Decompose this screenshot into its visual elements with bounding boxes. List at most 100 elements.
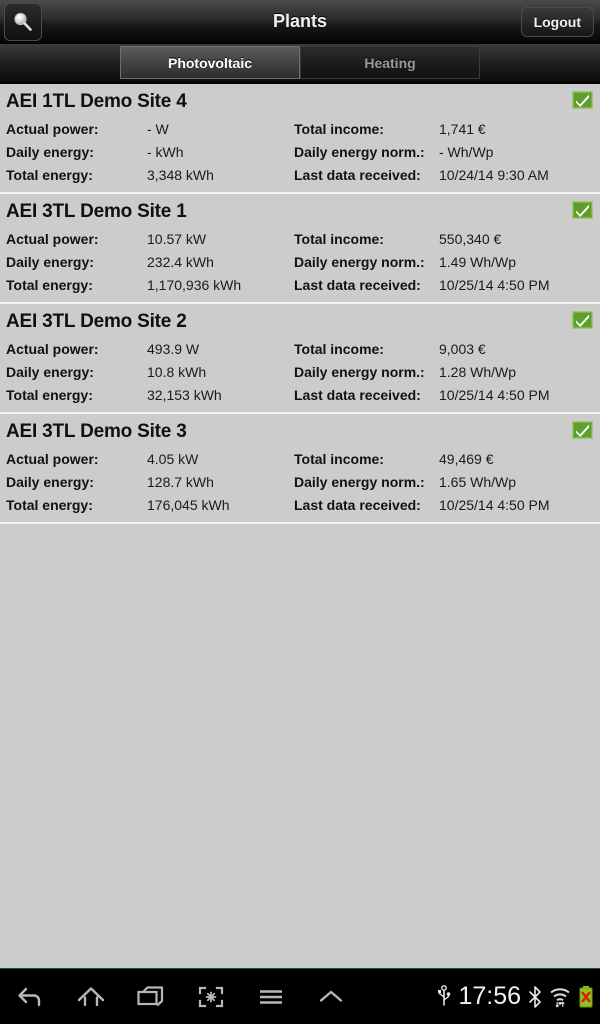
label-total-income: Total income: — [294, 230, 384, 247]
usb-icon — [437, 984, 451, 1009]
plant-list[interactable]: AEI 1TL Demo Site 4 Actual power: - W To… — [0, 84, 600, 968]
label-daily-energy-norm: Daily energy norm.: — [294, 473, 425, 490]
label-last-data-received: Last data received: — [294, 276, 421, 293]
value-total-income: 550,340 € — [439, 230, 502, 247]
value-daily-energy-norm: 1.28 Wh/Wp — [439, 363, 517, 380]
battery-error-icon — [578, 985, 594, 1009]
label-daily-energy-norm: Daily energy norm.: — [294, 363, 425, 380]
value-actual-power: 10.57 kW — [147, 230, 207, 247]
label-actual-power: Actual power: — [6, 230, 99, 247]
plant-name: AEI 3TL Demo Site 3 — [6, 421, 187, 442]
plant-name: AEI 1TL Demo Site 4 — [6, 91, 187, 112]
tab-bar: Photovoltaic Heating — [0, 44, 600, 84]
value-actual-power: 493.9 W — [147, 340, 200, 357]
field-row: Daily energy: 128.7 kWh Daily energy nor… — [0, 470, 600, 493]
label-last-data-received: Last data received: — [294, 166, 421, 183]
value-daily-energy: 128.7 kWh — [147, 473, 214, 490]
value-daily-energy: 10.8 kWh — [147, 363, 207, 380]
value-total-income: 1,741 € — [439, 120, 486, 137]
plant-name: AEI 3TL Demo Site 2 — [6, 311, 187, 332]
value-actual-power: - W — [147, 120, 169, 137]
menu-button[interactable] — [250, 976, 292, 1018]
value-last-data-received: 10/25/14 4:50 PM — [439, 496, 550, 513]
list-item[interactable]: AEI 3TL Demo Site 1 Actual power: 10.57 … — [0, 194, 600, 304]
app-root: Plants Logout Photovoltaic Heating AEI 1… — [0, 0, 600, 1024]
home-button[interactable] — [70, 976, 112, 1018]
plant-fields: Actual power: 493.9 W Total income: 9,00… — [0, 337, 600, 406]
list-item[interactable]: AEI 1TL Demo Site 4 Actual power: - W To… — [0, 84, 600, 194]
value-total-energy: 176,045 kWh — [147, 496, 230, 513]
search-button[interactable] — [4, 2, 42, 41]
value-daily-energy-norm: - Wh/Wp — [439, 143, 494, 160]
nav-icon-group — [0, 976, 352, 1018]
status-badge — [572, 311, 593, 329]
label-daily-energy: Daily energy: — [6, 473, 94, 490]
label-total-energy: Total energy: — [6, 276, 93, 293]
screenshot-button[interactable] — [190, 976, 232, 1018]
value-last-data-received: 10/24/14 9:30 AM — [439, 166, 549, 183]
hide-navbar-button[interactable] — [310, 976, 352, 1018]
recents-icon — [136, 984, 166, 1010]
plant-fields: Actual power: 10.57 kW Total income: 550… — [0, 227, 600, 296]
field-row: Daily energy: - kWh Daily energy norm.: … — [0, 140, 600, 163]
label-total-energy: Total energy: — [6, 496, 93, 513]
menu-icon — [256, 984, 286, 1010]
plant-fields: Actual power: - W Total income: 1,741 € … — [0, 117, 600, 186]
field-row: Actual power: 4.05 kW Total income: 49,4… — [0, 447, 600, 470]
tab-heating[interactable]: Heating — [300, 46, 480, 79]
label-daily-energy: Daily energy: — [6, 253, 94, 270]
status-badge — [572, 91, 593, 109]
bluetooth-icon — [528, 985, 542, 1009]
list-item[interactable]: AEI 3TL Demo Site 2 Actual power: 493.9 … — [0, 304, 600, 414]
label-daily-energy: Daily energy: — [6, 363, 94, 380]
value-last-data-received: 10/25/14 4:50 PM — [439, 276, 550, 293]
field-row: Actual power: - W Total income: 1,741 € — [0, 117, 600, 140]
value-daily-energy-norm: 1.49 Wh/Wp — [439, 253, 517, 270]
tab-bar-spacer-right — [480, 46, 600, 79]
field-row: Actual power: 493.9 W Total income: 9,00… — [0, 337, 600, 360]
label-total-income: Total income: — [294, 340, 384, 357]
screenshot-icon — [196, 984, 226, 1010]
label-last-data-received: Last data received: — [294, 496, 421, 513]
label-daily-energy: Daily energy: — [6, 143, 94, 160]
label-daily-energy-norm: Daily energy norm.: — [294, 143, 425, 160]
label-total-energy: Total energy: — [6, 386, 93, 403]
field-row: Total energy: 3,348 kWh Last data receiv… — [0, 163, 600, 186]
back-icon — [16, 984, 46, 1010]
value-total-energy: 1,170,936 kWh — [147, 276, 242, 293]
label-actual-power: Actual power: — [6, 340, 99, 357]
value-daily-energy-norm: 1.65 Wh/Wp — [439, 473, 517, 490]
label-actual-power: Actual power: — [6, 450, 99, 467]
value-daily-energy: - kWh — [147, 143, 184, 160]
logout-button[interactable]: Logout — [520, 6, 594, 37]
home-icon — [76, 984, 106, 1010]
field-row: Total energy: 32,153 kWh Last data recei… — [0, 383, 600, 406]
plant-name: AEI 3TL Demo Site 1 — [6, 201, 187, 222]
status-badge — [572, 201, 593, 219]
list-item[interactable]: AEI 3TL Demo Site 3 Actual power: 4.05 k… — [0, 414, 600, 524]
action-bar: Plants Logout — [0, 0, 600, 44]
field-row: Actual power: 10.57 kW Total income: 550… — [0, 227, 600, 250]
system-navigation-bar: 17:56 — [0, 968, 600, 1024]
value-total-energy: 3,348 kWh — [147, 166, 214, 183]
value-total-income: 9,003 € — [439, 340, 486, 357]
label-daily-energy-norm: Daily energy norm.: — [294, 253, 425, 270]
value-daily-energy: 232.4 kWh — [147, 253, 214, 270]
wifi-icon — [549, 985, 571, 1009]
field-row: Daily energy: 10.8 kWh Daily energy norm… — [0, 360, 600, 383]
label-last-data-received: Last data received: — [294, 386, 421, 403]
search-icon — [12, 11, 34, 33]
page-title: Plants — [272, 11, 328, 31]
chevron-up-icon — [316, 984, 346, 1010]
back-button[interactable] — [10, 976, 52, 1018]
field-row: Daily energy: 232.4 kWh Daily energy nor… — [0, 250, 600, 273]
recents-button[interactable] — [130, 976, 172, 1018]
tab-bar-spacer-left — [0, 46, 120, 79]
label-total-income: Total income: — [294, 450, 384, 467]
tab-photovoltaic[interactable]: Photovoltaic — [120, 46, 300, 79]
value-total-income: 49,469 € — [439, 450, 494, 467]
clock: 17:56 — [458, 982, 521, 1010]
field-row: Total energy: 176,045 kWh Last data rece… — [0, 493, 600, 516]
value-last-data-received: 10/25/14 4:50 PM — [439, 386, 550, 403]
status-badge — [572, 421, 593, 439]
